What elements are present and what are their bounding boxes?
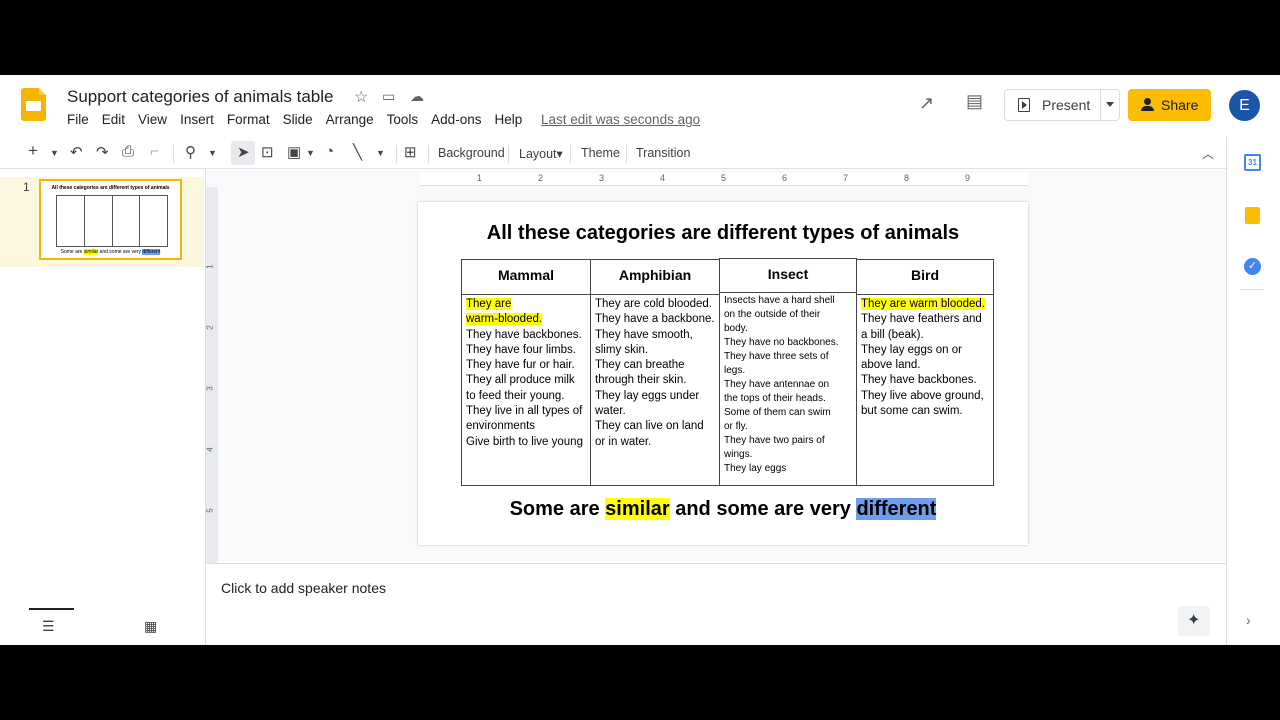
header-mammal: Mammal	[497, 267, 555, 283]
expand-side-panel-icon[interactable]: ›	[1246, 612, 1251, 628]
toolbar: + ▼ ↶ ↷ ⎙ ⌐ ⚲ ▼ ➤ ⊡ ▣ ▼ ◔ ╲ ▼ ⊞ Backgrou…	[0, 137, 1226, 169]
table-cell-bird[interactable]: They are warm blooded. They have feather…	[856, 294, 994, 486]
menu-help[interactable]: Help	[494, 112, 522, 127]
add-comment-icon[interactable]: ⊞	[404, 143, 417, 161]
theme-button[interactable]: Theme	[581, 146, 620, 160]
star-icon[interactable]: ☆	[354, 87, 368, 107]
toolbar-divider	[508, 145, 509, 163]
highlight-similar: similar	[605, 498, 670, 520]
grid-view-icon[interactable]: ▦	[144, 618, 157, 635]
toolbar-divider	[570, 145, 571, 163]
header-bird: Bird	[911, 267, 939, 283]
toolbar-divider	[173, 145, 174, 163]
table-header-cell[interactable]: Insect	[719, 258, 857, 293]
table-header-cell[interactable]: Mammal	[461, 259, 591, 295]
menu-addons[interactable]: Add-ons	[431, 112, 481, 127]
move-folder-icon[interactable]: ▭	[382, 88, 395, 105]
menu-bar: File Edit View Insert Format Slide Arran…	[67, 112, 535, 127]
text-box-icon[interactable]: ⊡	[261, 143, 274, 161]
image-icon[interactable]: ▣	[287, 143, 301, 161]
image-dropdown-icon[interactable]: ▼	[306, 148, 315, 158]
present-divider	[1100, 90, 1101, 120]
notes-resize-handle[interactable]	[206, 563, 1226, 571]
slide-number: 1	[23, 180, 30, 194]
background-button[interactable]: Background	[438, 146, 505, 160]
present-label: Present	[1042, 97, 1091, 113]
menu-tools[interactable]: Tools	[387, 112, 419, 127]
transition-button[interactable]: Transition	[636, 146, 690, 160]
thumbnail-table	[56, 195, 168, 247]
menu-view[interactable]: View	[138, 112, 167, 127]
filmstrip-panel: 1 All these categories are different typ…	[0, 169, 206, 645]
line-dropdown-icon[interactable]: ▼	[376, 148, 385, 158]
speaker-notes[interactable]: Click to add speaker notes	[221, 580, 386, 596]
slide[interactable]: All these categories are different types…	[418, 202, 1028, 545]
print-icon[interactable]: ⎙	[122, 143, 134, 160]
menu-edit[interactable]: Edit	[102, 112, 125, 127]
activity-trend-icon[interactable]: ↗	[919, 93, 934, 114]
cloud-status-icon[interactable]: ☁	[410, 88, 424, 105]
calendar-icon[interactable]: 31	[1244, 154, 1261, 171]
vertical-ruler[interactable]: 1 2 3 4 5	[206, 187, 218, 563]
side-panel-divider	[1240, 289, 1264, 290]
slide-title[interactable]: All these categories are different types…	[418, 222, 1028, 245]
last-edit-link[interactable]: Last edit was seconds ago	[541, 112, 700, 127]
paint-format-icon[interactable]: ⌐	[150, 143, 159, 160]
table-cell-insect[interactable]: Insects have a hard shell on the outside…	[719, 292, 857, 486]
document-title[interactable]: Support categories of animals table	[67, 87, 334, 107]
slide-thumbnail[interactable]: All these categories are different types…	[39, 179, 182, 260]
collapse-toolbar-icon[interactable]: ︿	[1202, 145, 1214, 162]
header-amphibian: Amphibian	[618, 267, 692, 283]
select-cursor-icon[interactable]: ➤	[237, 143, 250, 161]
zoom-dropdown-icon[interactable]: ▼	[208, 148, 217, 158]
amphibian-text: They are cold blooded. They have a backb…	[595, 298, 715, 448]
present-button[interactable]: Present	[1004, 89, 1120, 121]
highlight-different: different	[856, 498, 937, 520]
horizontal-ruler[interactable]: 1 2 3 4 5 6 7 8 9	[420, 173, 1028, 186]
keep-icon[interactable]	[1245, 207, 1260, 224]
account-avatar[interactable]: E	[1229, 90, 1260, 121]
tasks-icon[interactable]: ✓	[1244, 258, 1261, 275]
comments-icon[interactable]: ▤	[966, 91, 983, 112]
menu-insert[interactable]: Insert	[180, 112, 214, 127]
slides-logo[interactable]	[21, 88, 46, 121]
new-slide-dropdown-icon[interactable]: ▼	[50, 148, 59, 158]
menu-file[interactable]: File	[67, 112, 89, 127]
menu-arrange[interactable]: Arrange	[326, 112, 374, 127]
menu-slide[interactable]: Slide	[283, 112, 313, 127]
table-cell-amphibian[interactable]: They are cold blooded. They have a backb…	[590, 294, 720, 486]
line-icon[interactable]: ╲	[353, 143, 362, 161]
share-button[interactable]: Share	[1128, 89, 1211, 121]
table-header-cell[interactable]: Amphibian	[590, 259, 720, 295]
new-slide-icon[interactable]: +	[28, 141, 38, 161]
header-insect: Insect	[767, 266, 809, 282]
explore-icon[interactable]	[1178, 606, 1210, 636]
shape-icon[interactable]: ◔	[325, 143, 334, 160]
toolbar-divider	[396, 145, 397, 163]
thumbnail-title: All these categories are different types…	[51, 185, 170, 191]
thumbnail-bottom-text: Some are similar and some are very diffe…	[60, 249, 161, 255]
toolbar-divider	[626, 145, 627, 163]
mammal-text: They are warm-blooded. They have backbon…	[466, 298, 583, 448]
zoom-icon[interactable]: ⚲	[185, 143, 196, 161]
share-label: Share	[1161, 97, 1199, 113]
bird-text: They are warm blooded. They have feather…	[861, 298, 986, 418]
insect-text: Insects have a hard shell on the outside…	[724, 295, 839, 474]
table-cell-mammal[interactable]: They are warm-blooded. They have backbon…	[461, 294, 591, 486]
slides-app: Support categories of animals table ☆ ▭ …	[0, 75, 1280, 645]
person-icon	[1141, 98, 1155, 111]
list-view-indicator	[29, 608, 74, 610]
list-view-icon[interactable]: ☰	[42, 618, 55, 635]
toolbar-divider	[428, 145, 429, 163]
slide-bottom-text[interactable]: Some are similar and some are very diffe…	[418, 498, 1028, 521]
menu-format[interactable]: Format	[227, 112, 270, 127]
redo-icon[interactable]: ↷	[96, 143, 109, 161]
present-dropdown-icon[interactable]	[1106, 102, 1114, 107]
present-icon	[1018, 98, 1030, 112]
undo-icon[interactable]: ↶	[70, 143, 83, 161]
table-header-cell[interactable]: Bird	[856, 259, 994, 295]
layout-button[interactable]: Layout▾	[519, 146, 563, 161]
